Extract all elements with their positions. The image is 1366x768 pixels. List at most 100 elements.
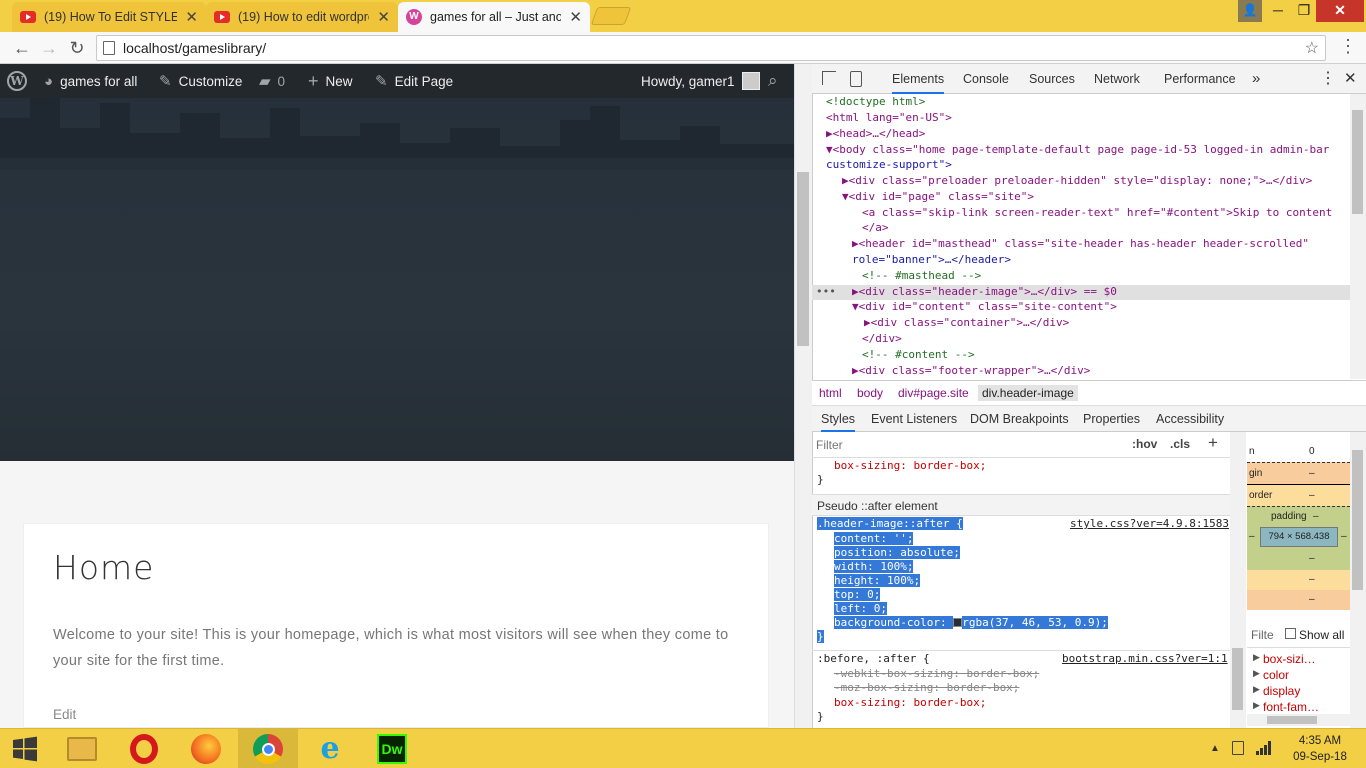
page-info-icon[interactable] xyxy=(103,41,115,55)
selector-text[interactable]: .header-image::after { xyxy=(817,517,963,530)
reload-icon[interactable]: ↻ xyxy=(65,36,89,60)
device-toolbar-icon[interactable] xyxy=(850,71,862,87)
style-declaration[interactable]: left: 0; xyxy=(834,602,887,616)
comments-link[interactable]: ▰ 0 xyxy=(259,64,285,98)
page-scrollbar-thumb[interactable] xyxy=(797,172,809,346)
taskbar-internet-explorer[interactable]: e xyxy=(300,729,360,768)
subtab-properties[interactable]: Properties xyxy=(1083,406,1140,432)
forward-arrow-icon[interactable]: → xyxy=(37,36,61,60)
style-property[interactable]: position: absolute; xyxy=(834,546,960,559)
computed-h-scrollbar[interactable] xyxy=(1247,714,1350,726)
dom-line[interactable]: ▶<div class="footer-wrapper">…</div> xyxy=(852,363,1090,379)
computed-property[interactable]: font-fam… xyxy=(1263,700,1319,714)
source-link-text[interactable]: bootstrap.min.css?ver=1:1 xyxy=(1062,652,1228,665)
style-property[interactable]: height: 100%; xyxy=(834,574,921,587)
dom-line[interactable]: <html lang="en-US"> xyxy=(826,110,952,126)
search-button[interactable]: ⌕ xyxy=(768,64,778,98)
rule-selector[interactable]: .header-image::after { xyxy=(817,517,963,531)
dom-line[interactable]: </a> xyxy=(862,220,889,236)
style-property[interactable]: content: ''; xyxy=(834,532,914,545)
style-declaration[interactable]: box-sizing: border-box; xyxy=(834,696,986,710)
edit-post-link[interactable]: Edit xyxy=(53,707,76,722)
tab-sources[interactable]: Sources xyxy=(1029,64,1075,94)
tab-games-for-all[interactable]: W games for all – Just anoth ✕ xyxy=(398,2,590,32)
style-declaration[interactable]: width: 100%; xyxy=(834,560,914,574)
dom-line[interactable]: <a class="skip-link screen-reader-text" … xyxy=(862,205,1332,221)
box-model-scrollbar-thumb[interactable] xyxy=(1352,450,1363,590)
dom-line[interactable]: </div> xyxy=(862,331,902,347)
style-property[interactable]: box-sizing: border-box; xyxy=(834,459,986,472)
margin-row-value[interactable]: – xyxy=(1309,463,1315,485)
network-signal-icon[interactable] xyxy=(1256,741,1272,758)
style-declaration[interactable]: height: 100%; xyxy=(834,574,921,588)
dom-line[interactable]: ▼<body class="home page-template-default… xyxy=(826,142,1329,158)
style-property[interactable]: width: 100%; xyxy=(834,560,914,573)
new-tab-button[interactable] xyxy=(590,7,632,25)
dom-line[interactable]: role="banner">…</header> xyxy=(852,252,1011,268)
padding-bottom-value[interactable]: – xyxy=(1309,553,1315,564)
expand-triangle-icon[interactable]: ▶ xyxy=(1253,700,1260,711)
subtab-dom-breakpoints[interactable]: DOM Breakpoints xyxy=(970,406,1069,432)
class-toggle[interactable]: .cls xyxy=(1170,437,1190,451)
close-devtools-icon[interactable]: ✕ xyxy=(1344,64,1357,94)
style-declaration[interactable]: top: 0; xyxy=(834,588,881,602)
subtab-styles[interactable]: Styles xyxy=(821,406,856,432)
box-content-size[interactable]: 794 × 568.438 xyxy=(1260,527,1338,547)
border-bottom-value[interactable]: – xyxy=(1309,570,1315,590)
padding-left-value[interactable]: – xyxy=(1249,531,1255,542)
dom-line[interactable]: <!-- #masthead --> xyxy=(862,268,981,284)
tab-youtube-style-css[interactable]: (19) How To Edit STYLE.C ✕ xyxy=(12,2,206,32)
edit-page-link[interactable]: ✎ Edit Page xyxy=(375,64,453,98)
taskbar-opera[interactable] xyxy=(114,729,174,768)
expand-triangle-icon[interactable]: ▶ xyxy=(1253,684,1260,695)
close-tab-icon[interactable]: ✕ xyxy=(185,8,198,26)
computed-filter-input[interactable]: Filte xyxy=(1251,628,1274,642)
styles-scrollbar-thumb[interactable] xyxy=(1232,648,1243,710)
padding-right-value[interactable]: – xyxy=(1341,531,1347,542)
rule-selector[interactable]: :before, :after { xyxy=(817,652,930,666)
computed-h-scrollbar-thumb[interactable] xyxy=(1267,716,1317,724)
inspect-element-icon[interactable] xyxy=(822,71,836,85)
taskbar-dreamweaver[interactable]: Dw xyxy=(362,729,422,768)
tab-elements[interactable]: Elements xyxy=(892,64,945,94)
taskbar-file-explorer[interactable] xyxy=(52,729,112,768)
computed-property[interactable]: color xyxy=(1263,668,1289,682)
style-declaration[interactable]: box-sizing: border-box; xyxy=(834,459,986,473)
page-scrollbar[interactable] xyxy=(794,64,812,728)
dom-line[interactable]: ▼<div id="page" class="site"> xyxy=(842,189,1034,205)
margin-bottom-value[interactable]: – xyxy=(1309,590,1315,610)
style-property[interactable]: top: 0; xyxy=(834,588,881,601)
breadcrumb-div-page[interactable]: div#page.site xyxy=(898,386,969,400)
dom-line[interactable]: <!doctype html> xyxy=(826,94,925,110)
color-swatch[interactable] xyxy=(953,618,963,627)
tab-performance[interactable]: Performance xyxy=(1164,64,1236,94)
dom-line[interactable]: ▶<head>…</head> xyxy=(826,126,925,142)
expand-triangle-icon[interactable]: ▶ xyxy=(1253,668,1260,679)
site-name-link[interactable]: ◕ games for all xyxy=(44,64,137,98)
source-link-text[interactable]: style.css?ver=4.9.8:1583 xyxy=(1070,517,1229,530)
dom-line-selected[interactable]: ▶<div class="header-image">…</div> == $0 xyxy=(852,284,1117,300)
dom-line[interactable]: customize-support"> xyxy=(826,157,952,173)
wordpress-logo-button[interactable]: W xyxy=(7,64,27,98)
back-arrow-icon[interactable]: ← xyxy=(10,36,34,60)
close-tab-icon[interactable]: ✕ xyxy=(377,8,390,26)
padding-top-value[interactable]: – xyxy=(1313,511,1319,522)
style-property[interactable]: box-sizing: border-box; xyxy=(834,696,986,709)
dom-line[interactable]: ▶<div class="container">…</div> xyxy=(864,315,1069,331)
rule-source-link[interactable]: style.css?ver=4.9.8:1583 xyxy=(1070,517,1229,531)
style-property[interactable]: left: 0; xyxy=(834,602,887,615)
taskbar-firefox[interactable] xyxy=(176,729,236,768)
browser-menu-icon[interactable]: ⋮ xyxy=(1338,36,1358,57)
dom-line[interactable]: ▼<div id="content" class="site-content"> xyxy=(852,299,1117,315)
hover-state-toggle[interactable]: :hov xyxy=(1132,437,1157,451)
dom-scrollbar-thumb[interactable] xyxy=(1352,110,1363,214)
computed-property[interactable]: display xyxy=(1263,684,1300,698)
profile-icon[interactable]: 👤 xyxy=(1238,0,1262,22)
style-declaration[interactable]: position: absolute; xyxy=(834,546,960,560)
my-account-menu[interactable]: Howdy, gamer1 xyxy=(641,64,760,98)
more-tabs-icon[interactable]: » xyxy=(1252,64,1260,94)
rule-source-link[interactable]: bootstrap.min.css?ver=1:1 xyxy=(1062,652,1228,666)
show-hidden-icons-icon[interactable]: ▲ xyxy=(1210,743,1220,754)
style-declaration-overridden[interactable]: -moz-box-sizing: border-box; xyxy=(834,681,1019,695)
border-row-value[interactable]: – xyxy=(1309,485,1315,507)
